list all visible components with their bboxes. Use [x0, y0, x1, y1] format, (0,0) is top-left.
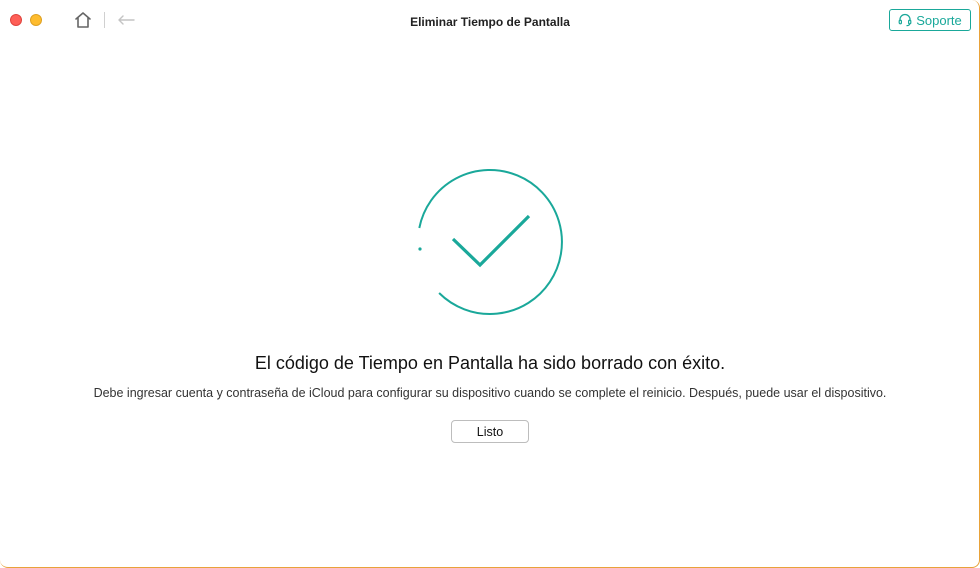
titlebar: Eliminar Tiempo de Pantalla Soporte: [0, 0, 979, 42]
window-title: Eliminar Tiempo de Pantalla: [410, 15, 570, 29]
done-button[interactable]: Listo: [451, 420, 529, 443]
success-description: Debe ingresar cuenta y contraseña de iCl…: [93, 386, 887, 400]
app-window: Eliminar Tiempo de Pantalla Soporte El c…: [0, 0, 980, 568]
support-button-label: Soporte: [916, 12, 962, 28]
success-headline: El código de Tiempo en Pantalla ha sido …: [254, 353, 726, 373]
support-button[interactable]: Soporte: [889, 9, 971, 31]
headset-icon: [898, 13, 912, 27]
check-circle-icon: [418, 169, 563, 316]
